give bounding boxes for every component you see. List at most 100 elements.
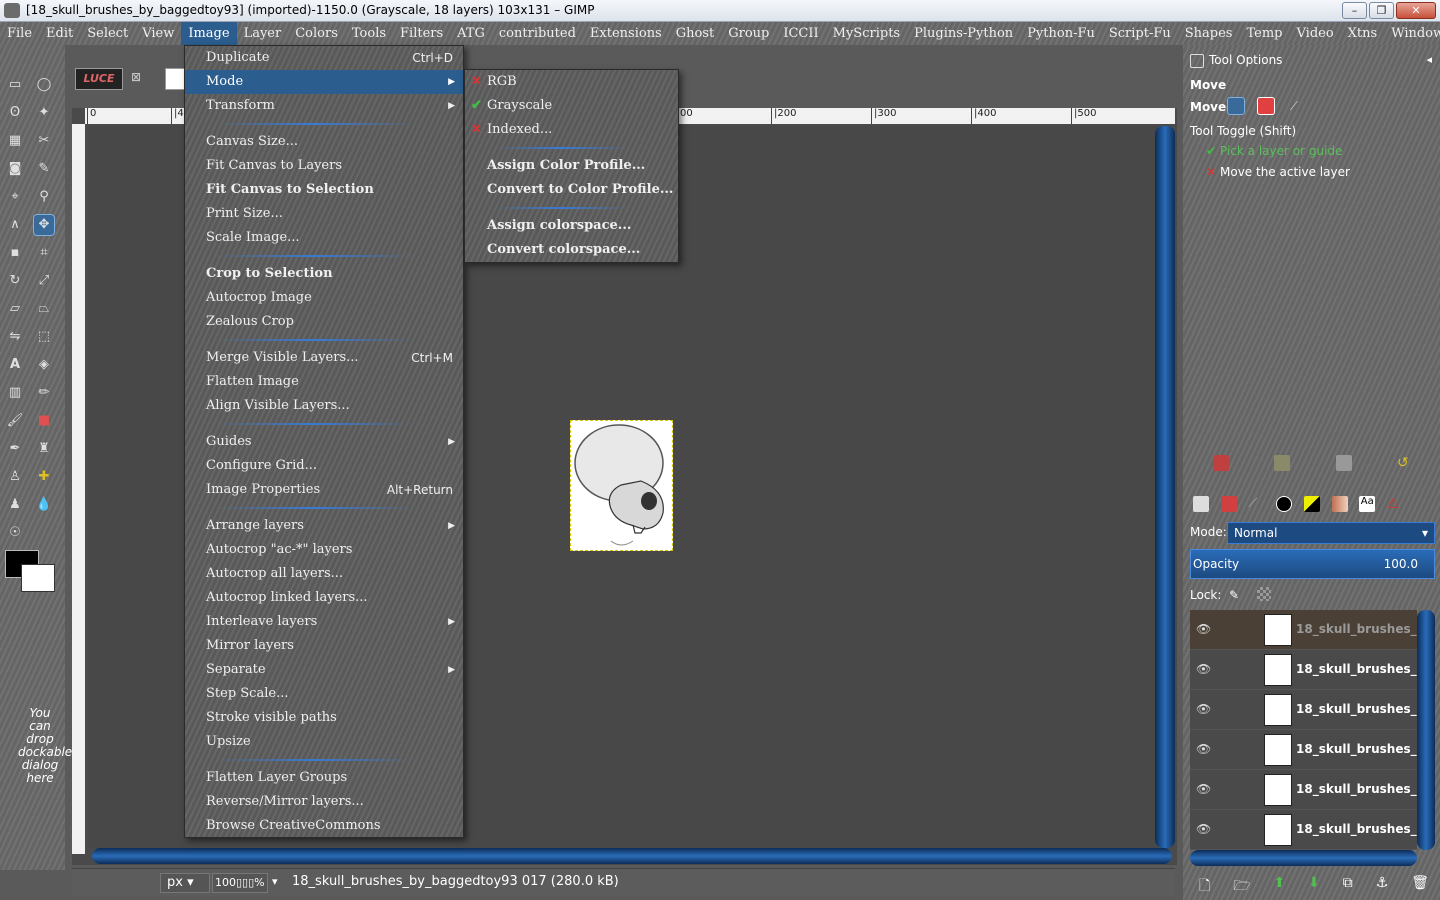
menu-zealous-crop[interactable]: Zealous Crop (185, 310, 463, 334)
pencil-icon[interactable]: ✏ (34, 383, 54, 403)
lock-pixels-icon[interactable]: ✎ (1229, 588, 1239, 602)
image-tab-thumbnail-2[interactable] (165, 68, 185, 90)
lower-layer-icon[interactable]: ⬇ (1308, 875, 1320, 899)
reset-options-icon[interactable]: ↺ (1397, 455, 1413, 471)
menu-upsize[interactable]: Upsize (185, 730, 463, 754)
color-select-icon[interactable]: ▦ (5, 131, 25, 151)
eye-icon[interactable]: 👁 (1196, 822, 1212, 836)
raise-layer-icon[interactable]: ⬆ (1273, 875, 1285, 899)
crop-icon[interactable]: ⌗ (34, 243, 54, 263)
menu-myscripts[interactable]: MyScripts (826, 22, 907, 45)
menu-duplicate[interactable]: Duplicate Ctrl+D (185, 46, 463, 70)
layer-row[interactable]: 👁 18_skull_brushes_by_ (1190, 730, 1417, 770)
menu-autocrop[interactable]: Autocrop Image (185, 286, 463, 310)
menu-merge-visible[interactable]: Merge Visible Layers... Ctrl+M (185, 346, 463, 370)
align-icon[interactable]: ▪ (5, 243, 25, 263)
measure-icon[interactable]: ∧ (5, 215, 25, 235)
zoom-icon[interactable]: ⚲ (34, 187, 54, 207)
menu-layer[interactable]: Layer (237, 22, 289, 45)
histogram-tab-icon[interactable] (1303, 496, 1320, 512)
menu-reverse-mirror[interactable]: Reverse/Mirror layers... (185, 790, 463, 814)
menu-autocrop-ac[interactable]: Autocrop "ac-*" layers (185, 538, 463, 562)
menu-mode-rgb[interactable]: ✕ RGB (465, 70, 678, 94)
layer-row[interactable]: 👁 18_skull_brushes_by_ (1190, 610, 1417, 650)
foreground-select-icon[interactable]: ◙ (5, 159, 25, 179)
menu-mode-grayscale[interactable]: ✔ Grayscale (465, 94, 678, 118)
menu-autocrop-all[interactable]: Autocrop all layers... (185, 562, 463, 586)
save-options-icon[interactable] (1213, 455, 1229, 471)
menu-scale-image[interactable]: Scale Image... (185, 226, 463, 250)
menu-separate[interactable]: Separate ▶ (185, 658, 463, 682)
shear-icon[interactable]: ▱ (5, 299, 25, 319)
color-picker-icon[interactable]: ⌖ (5, 187, 25, 207)
zoom-dropdown-icon[interactable]: ▾ (272, 875, 278, 888)
move-active-layer-option[interactable]: ✕ Move the active layer (1206, 165, 1350, 179)
menu-windows[interactable]: Windows (1384, 22, 1440, 45)
menu-flatten[interactable]: Flatten Image (185, 370, 463, 394)
pick-layer-option[interactable]: ✔ Pick a layer or guide (1206, 144, 1342, 158)
menu-convert-colorspace[interactable]: Convert colorspace... (465, 238, 678, 262)
fuzzy-select-icon[interactable]: ✦ (34, 103, 54, 123)
lock-alpha-icon[interactable] (1257, 587, 1271, 601)
menu-browse-cc[interactable]: Browse CreativeCommons (185, 814, 463, 838)
rotate-icon[interactable]: ↻ (5, 271, 25, 291)
delete-options-icon[interactable] (1335, 455, 1352, 471)
new-layer-group-icon[interactable]: 🗁 (1233, 875, 1250, 899)
eye-icon[interactable]: 👁 (1196, 742, 1212, 756)
skull-image[interactable] (570, 420, 673, 551)
menu-assign-colorspace[interactable]: Assign colorspace... (465, 214, 678, 238)
bucket-fill-icon[interactable]: ◈ (34, 355, 54, 375)
menu-extensions[interactable]: Extensions (583, 22, 669, 45)
menu-file[interactable]: File (0, 22, 39, 45)
layer-mode-select[interactable]: Normal ▾ (1227, 522, 1435, 544)
layers-horizontal-scrollbar[interactable] (1190, 850, 1417, 866)
anchor-layer-icon[interactable]: ⚓ (1376, 875, 1389, 899)
menu-convert-color-profile[interactable]: Convert to Color Profile... (465, 178, 678, 202)
menu-group[interactable]: Group (721, 22, 776, 45)
menu-view[interactable]: View (135, 22, 181, 45)
paths-icon[interactable]: ✎ (34, 159, 54, 179)
perspective-clone-icon[interactable]: ♟ (5, 495, 25, 515)
menu-crop-selection[interactable]: Crop to Selection (185, 262, 463, 286)
eye-icon[interactable]: 👁 (1196, 662, 1212, 676)
layer-row[interactable]: 👁 18_skull_brushes_by_ (1190, 690, 1417, 730)
clone-icon[interactable]: ♙ (5, 467, 25, 487)
menu-arrange-layers[interactable]: Arrange layers ▶ (185, 514, 463, 538)
layer-row[interactable]: 👁 18_skull_brushes_by_ (1190, 810, 1417, 850)
tab-close-icon[interactable]: ⊠ (131, 70, 141, 84)
canvas-horizontal-scrollbar[interactable] (92, 848, 1172, 864)
blur-icon[interactable]: 💧 (34, 495, 54, 515)
flip-icon[interactable]: ⇋ (5, 327, 25, 347)
menu-step-scale[interactable]: Step Scale... (185, 682, 463, 706)
menu-shapes[interactable]: Shapes (1178, 22, 1240, 45)
text-tool-icon[interactable]: A (5, 355, 25, 375)
cage-icon[interactable]: ⬚ (34, 327, 54, 347)
paintbrush-icon[interactable]: 🖌 (5, 411, 25, 431)
menu-fit-canvas-selection[interactable]: Fit Canvas to Selection (185, 178, 463, 202)
move-tool-icon[interactable]: ✥ (33, 214, 55, 236)
layers-tab-icon[interactable] (1193, 496, 1209, 512)
maximize-button[interactable]: ❐ (1369, 2, 1394, 19)
colormap-tab-icon[interactable] (1276, 496, 1293, 512)
menu-guides[interactable]: Guides ▶ (185, 430, 463, 454)
menu-align-visible[interactable]: Align Visible Layers... (185, 394, 463, 418)
menu-mode[interactable]: Mode ▶ (185, 70, 463, 94)
menu-contributed[interactable]: contributed (492, 22, 583, 45)
menu-edit[interactable]: Edit (39, 22, 80, 45)
layer-row[interactable]: 👁 18_skull_brushes_by_ (1190, 770, 1417, 810)
layer-row[interactable]: 👁 18_skull_brushes_by_ (1190, 650, 1417, 690)
delete-layer-icon[interactable]: 🗑 (1411, 875, 1429, 899)
menu-canvas-size[interactable]: Canvas Size... (185, 130, 463, 154)
eye-icon[interactable]: 👁 (1196, 702, 1212, 716)
dock-menu-icon[interactable]: ◂ (1426, 53, 1432, 66)
warning-tab-icon[interactable]: ⚠ (1387, 496, 1403, 512)
menu-print-size[interactable]: Print Size... (185, 202, 463, 226)
menu-interleave[interactable]: Interleave layers ▶ (185, 610, 463, 634)
scale-icon[interactable]: ⤢ (34, 271, 54, 291)
paths-tab-icon[interactable]: ⟋ (1248, 496, 1264, 512)
menu-transform[interactable]: Transform ▶ (185, 94, 463, 118)
layers-vertical-scrollbar[interactable] (1417, 610, 1435, 850)
menu-ghost[interactable]: Ghost (669, 22, 721, 45)
menu-filters[interactable]: Filters (393, 22, 450, 45)
duplicate-layer-icon[interactable]: ⧉ (1343, 875, 1353, 899)
